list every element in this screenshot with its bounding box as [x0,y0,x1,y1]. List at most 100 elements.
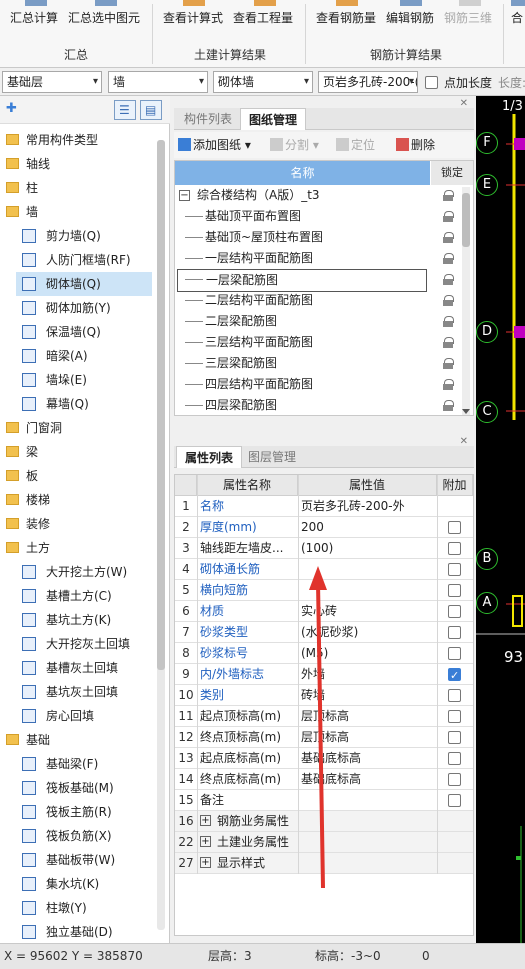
property-value[interactable]: 层顶标高 [301,706,435,727]
summary-calc-button[interactable]: 汇总计算 [10,0,62,40]
view-formula-button[interactable]: 查看计算式 [163,0,225,40]
tree-item[interactable]: 基槽灰土回填 [16,656,152,680]
tree-item[interactable]: 集水坑(K) [16,872,152,896]
tree-category-item[interactable]: 板 [0,464,158,488]
scrollbar-thumb[interactable] [462,193,470,247]
expand-icon[interactable]: + [200,836,211,847]
tree-item[interactable]: 墙垛(E) [16,368,152,392]
property-value[interactable]: 基础底标高 [301,769,435,790]
property-value[interactable]: 层顶标高 [301,727,435,748]
extra-checkbox[interactable] [448,584,461,597]
extra-checkbox[interactable] [448,752,461,765]
drawing-row[interactable]: 基础顶~屋顶柱布置图 [175,227,460,248]
tree-item[interactable]: 剪力墙(Q) [16,224,152,248]
lock-icon[interactable] [443,358,454,369]
tree-category-item[interactable]: 装修 [0,512,158,536]
property-value[interactable]: 200 [301,517,435,538]
drawing-row[interactable]: 三层结构平面配筋图 [175,332,460,353]
tree-item[interactable]: 柱墩(Y) [16,896,152,920]
tab-drawing-management[interactable]: 图纸管理 [240,108,307,130]
property-row[interactable]: 3 轴线距左墙皮... (100) [175,538,473,559]
property-value[interactable]: 砖墙 [301,685,435,706]
lock-icon[interactable] [443,400,454,411]
scrollbar-thumb[interactable] [157,140,165,670]
property-row[interactable]: 13 起点底标高(m) 基础底标高 [175,748,473,769]
property-row[interactable]: 11 起点顶标高(m) 层顶标高 [175,706,473,727]
close-icon[interactable]: ✕ [460,436,468,447]
tree-item[interactable]: 房心回填 [16,704,152,728]
lock-icon[interactable] [443,337,454,348]
tree-category-item[interactable]: 土方 [0,536,158,560]
lock-icon[interactable] [443,232,454,243]
extra-checkbox[interactable] [448,542,461,555]
property-row[interactable]: 8 砂浆标号 (M5) [175,643,473,664]
tree-item[interactable]: 基础板带(W) [16,848,152,872]
floor-select[interactable]: 基础层 ▾ [2,71,102,93]
drawing-row[interactable]: 三层梁配筋图 [175,353,460,374]
new-component-icon[interactable]: ✚ [6,101,17,116]
view-rebar-button[interactable]: 查看钢筋量 [316,0,378,40]
tree-category-item[interactable]: 门窗洞 [0,416,158,440]
property-row[interactable]: 9 内/外墙标志 外墙 [175,664,473,686]
property-row[interactable]: 12 终点顶标高(m) 层顶标高 [175,727,473,748]
collapse-icon[interactable]: − [179,190,190,201]
property-value[interactable]: (M5) [301,643,435,664]
lock-icon[interactable] [443,253,454,264]
extra-checkbox[interactable] [448,710,461,723]
property-value[interactable]: (100) [301,538,435,559]
extra-checkbox[interactable] [448,605,461,618]
tree-item[interactable]: 大开挖土方(W) [16,560,152,584]
lock-icon[interactable] [443,190,454,201]
property-row[interactable]: 6 材质 实心砖 [175,601,473,622]
tree-item[interactable]: 大开挖灰土回填 [16,632,152,656]
extra-checkbox[interactable] [448,563,461,576]
category-select[interactable]: 墙 ▾ [108,71,208,93]
merge-button[interactable]: 合 [511,0,525,40]
property-group-row[interactable]: 27 + 显示样式 [175,853,473,874]
component-select[interactable]: 页岩多孔砖-200-(▾ [318,71,418,93]
type-select[interactable]: 砌体墙 ▾ [213,71,313,93]
drawing-row[interactable]: 基础顶平面布置图 [175,206,460,227]
property-row[interactable]: 5 横向短筋 [175,580,473,601]
delete-drawing-button[interactable]: 删除 [396,132,435,158]
tree-item[interactable]: 筏板基础(M) [16,776,152,800]
property-value[interactable]: 实心砖 [301,601,435,622]
tree-item[interactable]: 基坑灰土回填 [16,680,152,704]
tree-item[interactable]: 基槽土方(C) [16,584,152,608]
drawing-list-scrollbar[interactable] [461,187,471,415]
locate-button[interactable]: 定位 [336,132,375,158]
lock-icon[interactable] [443,211,454,222]
tree-item[interactable]: 幕墙(Q) [16,392,152,416]
property-row[interactable]: 15 备注 [175,790,473,811]
drawing-row[interactable]: 四层结构平面配筋图 [175,374,460,395]
dot-length-checkbox[interactable] [425,76,438,89]
tree-item[interactable]: 筏板主筋(R) [16,800,152,824]
tree-item[interactable]: 独立基础(D) [16,920,152,944]
drawing-row[interactable]: 一层结构平面配筋图 [175,248,460,269]
tab-component-list[interactable]: 构件列表 [176,108,240,130]
tree-item[interactable]: 保温墙(Q) [16,320,152,344]
rebar-3d-button[interactable]: 钢筋三维 [444,0,496,40]
property-value[interactable]: 外墙 [301,664,435,685]
property-value[interactable]: 页岩多孔砖-200-外 [301,496,435,517]
extra-checkbox[interactable] [448,647,461,660]
lock-icon[interactable] [443,316,454,327]
tree-item[interactable]: 人防门框墙(RF) [16,248,152,272]
drawing-row[interactable]: 四层梁配筋图 [175,395,460,416]
property-row[interactable]: 1 名称 页岩多孔砖-200-外 [175,496,473,517]
expand-icon[interactable]: + [200,857,211,868]
edit-rebar-button[interactable]: 编辑钢筋 [386,0,436,40]
tree-item[interactable]: 砌体加筋(Y) [16,296,152,320]
extra-checkbox[interactable] [448,689,461,702]
extra-checkbox[interactable] [448,731,461,744]
property-row[interactable]: 7 砂浆类型 (水泥砂浆) [175,622,473,643]
tree-category-item[interactable]: 基础 [0,728,158,752]
extra-checkbox[interactable] [448,773,461,786]
tab-layer-management[interactable]: 图层管理 [240,446,304,468]
summary-selected-button[interactable]: 汇总选中图元 [68,0,144,40]
tree-category-item[interactable]: 常用构件类型 [0,128,158,152]
drawing-row[interactable]: 二层结构平面配筋图 [175,290,460,311]
property-row[interactable]: 4 砌体通长筋 [175,559,473,580]
property-row[interactable]: 14 终点底标高(m) 基础底标高 [175,769,473,790]
property-value[interactable]: (水泥砂浆) [301,622,435,643]
